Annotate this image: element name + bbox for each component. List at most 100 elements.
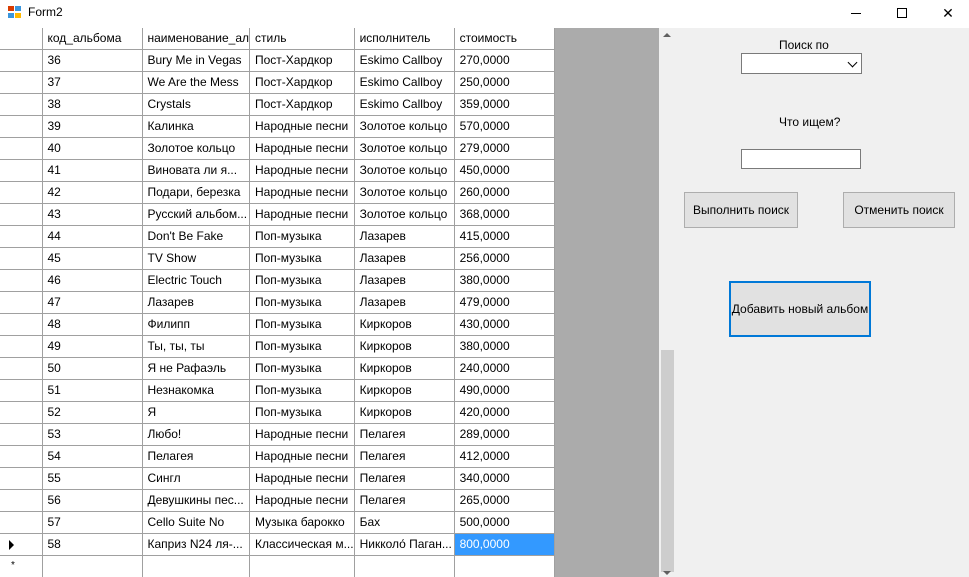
cell-style[interactable]: Народные песни: [249, 445, 355, 468]
cell-id[interactable]: 54: [42, 445, 143, 468]
cell-price[interactable]: 340,0000: [454, 467, 555, 490]
cancel-search-button[interactable]: Отменить поиск: [843, 192, 955, 228]
search-text-input[interactable]: [741, 149, 861, 169]
cell-name[interactable]: Я: [142, 401, 250, 424]
table-row[interactable]: 44 Don't Be Fake Поп-музыка Лазарев 415,000…: [0, 225, 555, 248]
cell-style[interactable]: Поп-музыка: [249, 379, 355, 402]
cell-id[interactable]: 46: [42, 269, 143, 292]
table-row[interactable]: 56 Девушкины пес... Народные песни Пелагея 2…: [0, 489, 555, 512]
row-header[interactable]: [0, 313, 43, 336]
table-row[interactable]: 43 Русский альбом... Народные песни Золотое…: [0, 203, 555, 226]
cell-artist[interactable]: Золотое кольцо: [354, 203, 455, 226]
cell-id[interactable]: 55: [42, 467, 143, 490]
cell-style[interactable]: Музыка барокко: [249, 511, 355, 534]
table-row[interactable]: 58 Каприз N24 ля-... Классическая м... Никк…: [0, 533, 555, 556]
cell-style[interactable]: Поп-музыка: [249, 225, 355, 248]
cell-artist[interactable]: Пелагея: [354, 467, 455, 490]
cell-id[interactable]: 50: [42, 357, 143, 380]
cell-price[interactable]: 380,0000: [454, 269, 555, 292]
cell-price[interactable]: 500,0000: [454, 511, 555, 534]
cell-id[interactable]: 42: [42, 181, 143, 204]
row-header[interactable]: *: [0, 555, 43, 577]
table-row[interactable]: 37 We Are the Mess Пост-Хардкор Eskimo Call…: [0, 71, 555, 94]
table-row[interactable]: 36 Bury Me in Vegas Пост-Хардкор Eskimo Cal…: [0, 49, 555, 72]
column-header-price[interactable]: стоимость: [454, 28, 555, 50]
cell-price[interactable]: 420,0000: [454, 401, 555, 424]
scroll-thumb[interactable]: [661, 350, 674, 572]
cell-style[interactable]: Пост-Хардкор: [249, 49, 355, 72]
cell-artist[interactable]: Лазарев: [354, 291, 455, 314]
cell-name[interactable]: Ты, ты, ты: [142, 335, 250, 358]
cell-price[interactable]: 368,0000: [454, 203, 555, 226]
cell-style[interactable]: Народные песни: [249, 159, 355, 182]
row-header[interactable]: [0, 401, 43, 424]
cell-artist[interactable]: Eskimo Callboy: [354, 93, 455, 116]
minimize-button[interactable]: [833, 0, 879, 26]
cell-artist[interactable]: Бах: [354, 511, 455, 534]
cell-price[interactable]: 359,0000: [454, 93, 555, 116]
cell-artist[interactable]: Пелагея: [354, 489, 455, 512]
cell-artist[interactable]: Лазарев: [354, 269, 455, 292]
row-header[interactable]: [0, 379, 43, 402]
chevron-down-icon[interactable]: [847, 57, 858, 68]
cell-id[interactable]: 45: [42, 247, 143, 270]
table-row[interactable]: 53 Любо! Народные песни Пелагея 289,0000: [0, 423, 555, 446]
cell-style[interactable]: Народные песни: [249, 203, 355, 226]
cell-price[interactable]: 289,0000: [454, 423, 555, 446]
cell-artist[interactable]: Киркоров: [354, 357, 455, 380]
new-row-cell[interactable]: [354, 555, 455, 577]
row-header[interactable]: [0, 291, 43, 314]
albums-grid[interactable]: код_альбома наименование_ал стиль исполн…: [0, 28, 555, 577]
cell-name[interactable]: Подари, березка: [142, 181, 250, 204]
cell-style[interactable]: Народные песни: [249, 489, 355, 512]
row-header[interactable]: [0, 137, 43, 160]
new-row[interactable]: *: [0, 555, 555, 577]
column-header-style[interactable]: стиль: [249, 28, 355, 50]
cell-style[interactable]: Поп-музыка: [249, 357, 355, 380]
cell-style[interactable]: Поп-музыка: [249, 269, 355, 292]
cell-price[interactable]: 479,0000: [454, 291, 555, 314]
cell-name[interactable]: Любо!: [142, 423, 250, 446]
cell-price[interactable]: 430,0000: [454, 313, 555, 336]
table-row[interactable]: 45 TV Show Поп-музыка Лазарев 256,0000: [0, 247, 555, 270]
cell-id[interactable]: 53: [42, 423, 143, 446]
row-header[interactable]: [0, 511, 43, 534]
table-row[interactable]: 40 Золотое кольцо Народные песни Золотое ко…: [0, 137, 555, 160]
table-row[interactable]: 52 Я Поп-музыка Киркоров 420,0000: [0, 401, 555, 424]
cell-id[interactable]: 52: [42, 401, 143, 424]
cell-name[interactable]: Пелагея: [142, 445, 250, 468]
add-album-button[interactable]: Добавить новый альбом: [729, 281, 871, 337]
cell-price[interactable]: 450,0000: [454, 159, 555, 182]
cell-name[interactable]: Виновата ли я...: [142, 159, 250, 182]
cell-price[interactable]: 265,0000: [454, 489, 555, 512]
column-header-id[interactable]: код_альбома: [42, 28, 143, 50]
cell-style[interactable]: Пост-Хардкор: [249, 71, 355, 94]
row-header[interactable]: [0, 533, 43, 556]
cell-style[interactable]: Поп-музыка: [249, 335, 355, 358]
cell-style[interactable]: Поп-музыка: [249, 291, 355, 314]
cell-id[interactable]: 48: [42, 313, 143, 336]
cell-price[interactable]: 270,0000: [454, 49, 555, 72]
cell-id[interactable]: 47: [42, 291, 143, 314]
execute-search-button[interactable]: Выполнить поиск: [684, 192, 798, 228]
cell-artist[interactable]: Лазарев: [354, 225, 455, 248]
table-row[interactable]: 51 Незнакомка Поп-музыка Киркоров 490,0000: [0, 379, 555, 402]
cell-style[interactable]: Поп-музыка: [249, 313, 355, 336]
cell-artist[interactable]: Киркоров: [354, 401, 455, 424]
row-header[interactable]: [0, 115, 43, 138]
cell-style[interactable]: Народные песни: [249, 423, 355, 446]
cell-price[interactable]: 490,0000: [454, 379, 555, 402]
cell-id[interactable]: 44: [42, 225, 143, 248]
table-row[interactable]: 48 Филипп Поп-музыка Киркоров 430,0000: [0, 313, 555, 336]
cell-name[interactable]: Девушкины пес...: [142, 489, 250, 512]
grid-vertical-scrollbar[interactable]: [659, 28, 676, 577]
cell-artist[interactable]: Золотое кольцо: [354, 115, 455, 138]
close-button[interactable]: ✕: [925, 0, 969, 26]
cell-id[interactable]: 58: [42, 533, 143, 556]
row-header[interactable]: [0, 467, 43, 490]
cell-artist[interactable]: Золотое кольцо: [354, 159, 455, 182]
cell-name[interactable]: Electric Touch: [142, 269, 250, 292]
table-row[interactable]: 47 Лазарев Поп-музыка Лазарев 479,0000: [0, 291, 555, 314]
table-row[interactable]: 49 Ты, ты, ты Поп-музыка Киркоров 380,0000: [0, 335, 555, 358]
cell-name[interactable]: Калинка: [142, 115, 250, 138]
